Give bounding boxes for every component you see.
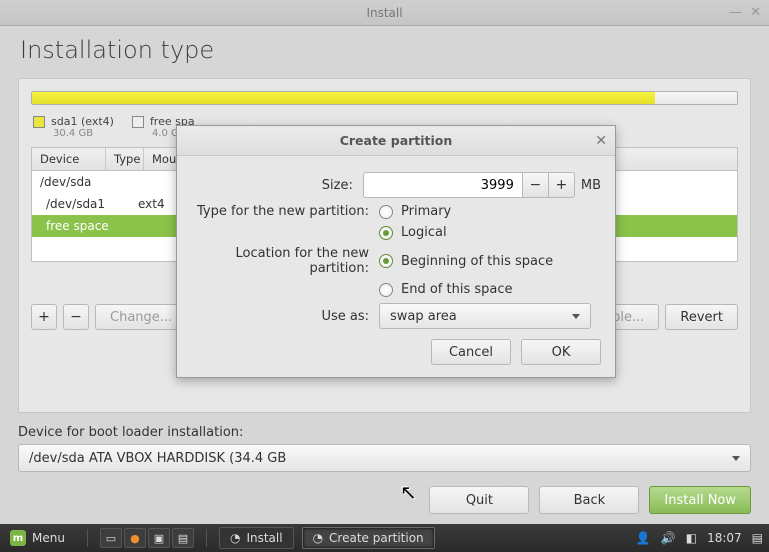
quit-button[interactable]: Quit xyxy=(429,486,529,514)
bootloader-device-value: /dev/sda ATA VBOX HARDDISK (34.4 GB xyxy=(29,451,286,466)
size-decrement-button[interactable]: − xyxy=(523,172,549,198)
size-label: Size: xyxy=(191,178,363,193)
dialog-titlebar: Create partition ✕ xyxy=(177,126,615,156)
files-icon[interactable]: ▤ xyxy=(172,528,194,548)
remove-partition-button[interactable]: − xyxy=(63,304,89,330)
show-desktop-icon[interactable]: ▭ xyxy=(100,528,122,548)
size-unit: MB xyxy=(581,178,601,193)
close-icon[interactable]: ✕ xyxy=(750,5,761,20)
legend-item[interactable]: sda1 (ext4)30.4 GB xyxy=(33,115,114,139)
task-create-partition[interactable]: ◔ Create partition xyxy=(302,527,435,549)
dialog-title: Create partition xyxy=(340,133,453,148)
location-end-radio[interactable]: End of this space xyxy=(379,282,513,297)
disk-usage-bar xyxy=(31,91,738,105)
dialog-ok-button[interactable]: OK xyxy=(521,339,601,365)
add-partition-button[interactable]: + xyxy=(31,304,57,330)
revert-button[interactable]: Revert xyxy=(665,304,738,330)
tray-icon[interactable]: ◧ xyxy=(686,531,697,545)
volume-icon[interactable]: 🔊 xyxy=(661,531,676,545)
create-partition-dialog: Create partition ✕ Size: − + MB Type for… xyxy=(176,125,616,378)
terminal-icon[interactable]: ▣ xyxy=(148,528,170,548)
minimize-icon[interactable]: — xyxy=(729,5,742,20)
install-now-button[interactable]: Install Now xyxy=(649,486,751,514)
titlebar: Install — ✕ xyxy=(0,0,769,26)
dialog-close-icon[interactable]: ✕ xyxy=(595,133,607,149)
partition-type-primary-radio[interactable]: Primary xyxy=(379,204,451,219)
column-type[interactable]: Type xyxy=(106,148,144,170)
system-tray: 👤 🔊 ◧ 18:07 ▤ xyxy=(636,531,763,545)
disk-icon: ◔ xyxy=(313,531,323,545)
disk-icon: ◔ xyxy=(230,531,240,545)
size-input[interactable] xyxy=(363,172,523,198)
page-header: Installation type xyxy=(0,26,769,78)
menu-label: Menu xyxy=(32,531,65,545)
partition-type-label: Type for the new partition: xyxy=(191,204,379,219)
wizard-footer: Quit Back Install Now xyxy=(0,486,769,524)
legend-size: 30.4 GB xyxy=(53,128,114,139)
disk-segment[interactable] xyxy=(32,92,655,104)
back-button[interactable]: Back xyxy=(539,486,639,514)
browser-icon[interactable]: ● xyxy=(124,528,146,548)
use-as-label: Use as: xyxy=(191,309,379,324)
legend-label: sda1 (ext4) xyxy=(51,115,114,128)
partition-type-logical-radio[interactable]: Logical xyxy=(379,225,447,240)
page-title: Installation type xyxy=(20,36,749,64)
column-device[interactable]: Device xyxy=(32,148,106,170)
size-increment-button[interactable]: + xyxy=(549,172,575,198)
bootloader-label: Device for boot loader installation: xyxy=(0,425,769,444)
legend-swatch-icon xyxy=(33,116,45,128)
task-install[interactable]: ◔ Install xyxy=(219,527,294,549)
start-menu-button[interactable]: m Menu xyxy=(0,524,75,552)
legend-swatch-icon xyxy=(132,116,144,128)
location-beginning-radio[interactable]: Beginning of this space xyxy=(379,254,553,269)
user-icon[interactable]: 👤 xyxy=(636,531,651,545)
taskbar: m Menu ▭ ● ▣ ▤ ◔ Install ◔ Create partit… xyxy=(0,524,769,552)
partition-location-label: Location for the new partition: xyxy=(191,246,379,276)
use-as-value: swap area xyxy=(390,309,457,324)
clock[interactable]: 18:07 xyxy=(707,531,742,545)
quick-launch: ▭ ● ▣ ▤ xyxy=(100,528,194,548)
bootloader-device-select[interactable]: /dev/sda ATA VBOX HARDDISK (34.4 GB xyxy=(18,444,751,472)
tray-icon-2[interactable]: ▤ xyxy=(752,531,763,545)
mint-logo-icon: m xyxy=(10,530,26,546)
dialog-cancel-button[interactable]: Cancel xyxy=(431,339,511,365)
disk-segment[interactable] xyxy=(655,92,737,104)
use-as-select[interactable]: swap area xyxy=(379,303,591,329)
window-title: Install xyxy=(366,6,402,20)
change-partition-button[interactable]: Change... xyxy=(95,304,187,330)
